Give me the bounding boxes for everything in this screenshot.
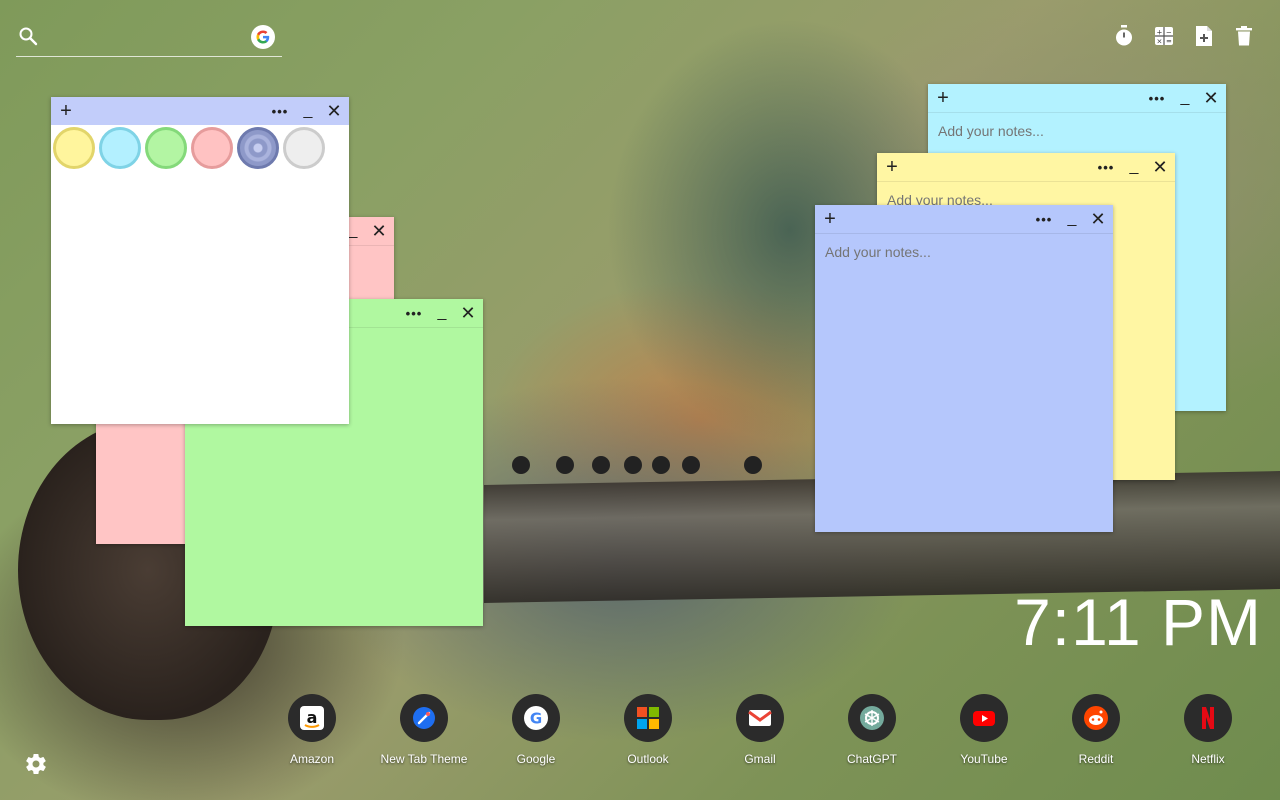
search-bar <box>16 22 282 57</box>
note-textarea[interactable] <box>825 244 1103 522</box>
shortcut-label: Gmail <box>744 752 776 766</box>
shortcut-gmail[interactable]: Gmail <box>704 694 816 766</box>
reddit-icon[interactable] <box>1072 694 1120 742</box>
tuning-peg <box>592 456 610 474</box>
add-note-button[interactable]: + <box>879 153 905 181</box>
tuning-peg <box>744 456 762 474</box>
close-button[interactable]: ✕ <box>1085 205 1111 233</box>
amazon-icon[interactable]: a <box>288 694 336 742</box>
search-icon[interactable] <box>18 26 38 46</box>
shortcut-label: Google <box>516 752 556 766</box>
sticky-note-white[interactable]: + ••• _ ✕ <box>51 97 349 424</box>
netflix-icon[interactable] <box>1184 694 1232 742</box>
clock: 7:11 PM <box>1014 585 1262 659</box>
close-button[interactable]: ✕ <box>321 97 347 125</box>
shortcut-amazon[interactable]: a Amazon <box>256 694 368 766</box>
color-swatch[interactable] <box>145 127 187 169</box>
close-button[interactable]: ✕ <box>1147 153 1173 181</box>
add-note-button[interactable]: + <box>930 84 956 112</box>
color-swatch[interactable] <box>53 127 95 169</box>
shortcut-label: Netflix <box>1191 752 1225 766</box>
more-options-button[interactable]: ••• <box>1093 153 1119 181</box>
more-options-button[interactable]: ••• <box>401 299 427 327</box>
svg-text:+: + <box>1157 29 1163 37</box>
note-titlebar[interactable]: + ••• _ ✕ <box>928 84 1226 112</box>
more-options-button[interactable]: ••• <box>267 97 293 125</box>
shortcut-youtube[interactable]: YouTube <box>928 694 1040 766</box>
svg-text:−: − <box>1166 29 1172 37</box>
minimize-button[interactable]: _ <box>1121 153 1147 181</box>
color-picker <box>51 125 349 169</box>
note-titlebar[interactable]: + ••• _ ✕ <box>877 153 1175 181</box>
shortcut-netflix[interactable]: Netflix <box>1152 694 1264 766</box>
google-search-icon[interactable] <box>251 25 275 49</box>
shortcut-label: New Tab Theme <box>380 752 468 766</box>
shortcut-chatgpt[interactable]: ChatGPT <box>816 694 928 766</box>
note-titlebar[interactable]: + ••• _ ✕ <box>51 97 349 125</box>
settings-gear-icon[interactable] <box>24 752 48 776</box>
shortcut-outlook[interactable]: Outlook <box>592 694 704 766</box>
chatgpt-icon[interactable] <box>848 694 896 742</box>
minimize-button[interactable]: _ <box>1172 84 1198 112</box>
google-icon[interactable]: G <box>512 694 560 742</box>
note-titlebar[interactable]: + ••• _ ✕ <box>815 205 1113 233</box>
gmail-icon[interactable] <box>736 694 784 742</box>
note-body <box>815 233 1113 532</box>
svg-text:×: × <box>1157 38 1163 46</box>
new-note-icon[interactable] <box>1192 24 1216 48</box>
shortcut-label: ChatGPT <box>846 752 897 766</box>
svg-text:G: G <box>530 710 542 728</box>
color-swatch[interactable] <box>191 127 233 169</box>
search-input[interactable] <box>46 26 250 50</box>
close-button[interactable]: ✕ <box>1198 84 1224 112</box>
shortcut-label: Reddit <box>1078 752 1114 766</box>
shortcut-google[interactable]: G Google <box>480 694 592 766</box>
tuning-peg <box>556 456 574 474</box>
svg-text:a: a <box>307 708 318 727</box>
color-swatch[interactable] <box>237 127 279 169</box>
close-button[interactable]: ✕ <box>366 217 392 245</box>
shortcut-label: Amazon <box>289 752 335 766</box>
color-swatch[interactable] <box>99 127 141 169</box>
tuning-peg <box>652 456 670 474</box>
tuning-peg <box>682 456 700 474</box>
close-button[interactable]: ✕ <box>455 299 481 327</box>
new-tab-theme-icon[interactable] <box>400 694 448 742</box>
shortcut-label: Outlook <box>627 752 669 766</box>
add-note-button[interactable]: + <box>53 97 79 125</box>
timer-icon[interactable] <box>1112 24 1136 48</box>
shortcut-new-tab-theme[interactable]: New Tab Theme <box>368 694 480 766</box>
add-note-button[interactable]: + <box>817 205 843 233</box>
shortcut-reddit[interactable]: Reddit <box>1040 694 1152 766</box>
more-options-button[interactable]: ••• <box>1144 84 1170 112</box>
minimize-button[interactable]: _ <box>1059 205 1085 233</box>
minimize-button[interactable]: _ <box>295 97 321 125</box>
calculator-icon[interactable]: + − × = <box>1152 24 1176 48</box>
color-swatch[interactable] <box>283 127 325 169</box>
more-options-button[interactable]: ••• <box>1031 205 1057 233</box>
sticky-note-blue[interactable]: + ••• _ ✕ <box>815 205 1113 532</box>
outlook-icon[interactable] <box>624 694 672 742</box>
trash-icon[interactable] <box>1232 24 1256 48</box>
tuning-peg <box>512 456 530 474</box>
svg-text:=: = <box>1166 38 1172 46</box>
toolbar: + − × = <box>1112 24 1256 48</box>
youtube-icon[interactable] <box>960 694 1008 742</box>
minimize-button[interactable]: _ <box>429 299 455 327</box>
shortcut-label: YouTube <box>960 752 1008 766</box>
shortcut-dock: a Amazon New Tab Theme G Google Outlook Gmail C… <box>256 694 1266 774</box>
tuning-peg <box>624 456 642 474</box>
